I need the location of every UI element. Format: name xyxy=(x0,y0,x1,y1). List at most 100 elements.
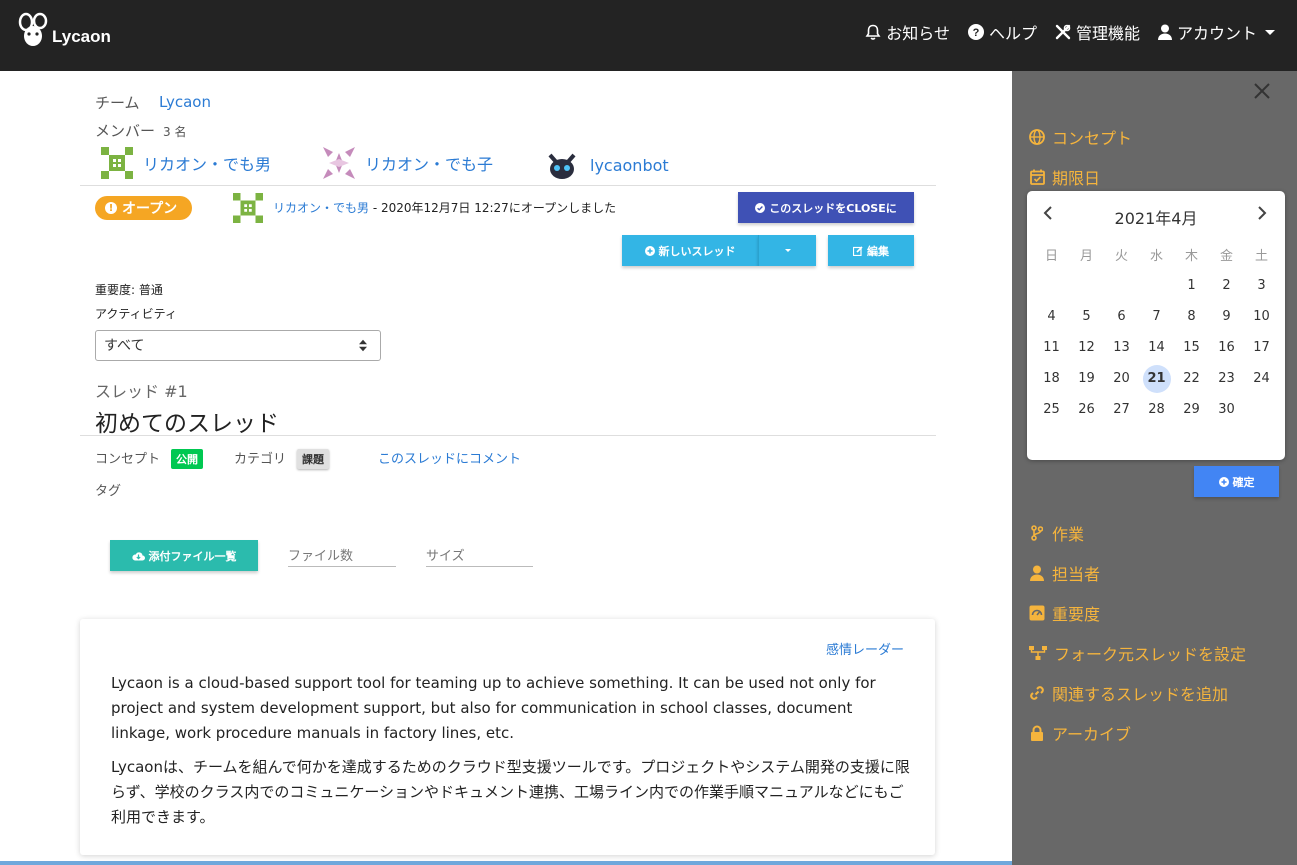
status-badge: ! オープン xyxy=(95,196,192,220)
calendar-day[interactable]: 18 xyxy=(1034,363,1069,394)
calendar-day[interactable]: 16 xyxy=(1209,332,1244,363)
calendar-day-number: 17 xyxy=(1253,340,1270,355)
close-icon[interactable] xyxy=(1253,82,1271,100)
new-thread-dropdown-toggle[interactable] xyxy=(758,235,816,266)
weekday-header: 土 xyxy=(1254,249,1268,264)
member-item[interactable]: lycaonbot xyxy=(544,147,669,183)
calendar-day[interactable]: 3 xyxy=(1244,270,1279,301)
calendar-day[interactable]: 20 xyxy=(1104,363,1139,394)
account-dropdown[interactable]: アカウント xyxy=(1157,20,1275,44)
calendar-day-number: 12 xyxy=(1078,340,1095,355)
panel-item-related[interactable]: 関連するスレッドを追加 xyxy=(1029,681,1228,705)
chevron-right-icon[interactable] xyxy=(1257,205,1267,221)
calendar-day[interactable]: 1 xyxy=(1174,270,1209,301)
calendar-day[interactable]: 7 xyxy=(1139,301,1174,332)
calendar-day[interactable]: 2 xyxy=(1209,270,1244,301)
lock-icon xyxy=(1029,725,1045,741)
attachments-button[interactable]: 添付ファイル一覧 xyxy=(110,540,258,571)
calendar-day[interactable]: 13 xyxy=(1104,332,1139,363)
calendar-day[interactable]: 26 xyxy=(1069,394,1104,425)
calendar-day[interactable]: 22 xyxy=(1174,363,1209,394)
panel-item-label: フォーク元スレッドを設定 xyxy=(1054,645,1247,664)
member-item[interactable]: リカオン・でも男 xyxy=(101,147,271,179)
main-content: チーム Lycaon メンバー 3 名 リカオン・でも男 リカオン・でも子 ly… xyxy=(80,71,936,865)
calendar-day[interactable]: 6 xyxy=(1104,301,1139,332)
calendar-day-number: 11 xyxy=(1043,340,1060,355)
calendar-day[interactable]: 24 xyxy=(1244,363,1279,394)
plus-circle-icon xyxy=(1218,476,1229,487)
edit-icon xyxy=(853,245,863,256)
concept-chip-wrap: 公開 xyxy=(171,448,203,469)
calendar-day-number: 19 xyxy=(1078,371,1095,386)
panel-item-assignee[interactable]: 担当者 xyxy=(1029,561,1100,585)
calendar-day[interactable]: 11 xyxy=(1034,332,1069,363)
calendar-day[interactable]: 29 xyxy=(1174,394,1209,425)
thread-number: スレッド #1 xyxy=(95,382,188,401)
calendar-day[interactable]: 8 xyxy=(1174,301,1209,332)
chevron-down-icon xyxy=(1265,29,1275,35)
calendar-day-number: 24 xyxy=(1253,371,1270,386)
calendar-day[interactable]: 28 xyxy=(1139,394,1174,425)
new-thread-button[interactable]: 新しいスレッド xyxy=(622,235,758,266)
opener-link[interactable]: リカオン・でも男 xyxy=(273,201,369,215)
confirm-date-button[interactable]: 確定 xyxy=(1194,466,1279,497)
logo[interactable]: Lycaon xyxy=(18,12,111,52)
activity-select[interactable]: すべて xyxy=(95,330,381,361)
edit-button[interactable]: 編集 xyxy=(828,235,914,266)
opened-info: リカオン・でも男 - 2020年12月7日 12:27にオープンしました xyxy=(273,199,616,216)
calendar-day[interactable]: 23 xyxy=(1209,363,1244,394)
close-thread-button[interactable]: このスレッドをCLOSEに xyxy=(738,192,914,223)
team-name-link[interactable]: Lycaon xyxy=(159,93,211,111)
emotion-radar-link[interactable]: 感情レーダー xyxy=(826,639,904,658)
thread-body-card: 感情レーダー Lycaon is a cloud-based support t… xyxy=(80,619,935,855)
panel-item-work[interactable]: 作業 xyxy=(1029,521,1084,545)
calendar-day-number: 29 xyxy=(1183,402,1200,417)
user-icon xyxy=(1029,565,1045,581)
divider xyxy=(80,185,936,186)
calendar-day[interactable]: 14 xyxy=(1139,332,1174,363)
panel-item-fork[interactable]: フォーク元スレッドを設定 xyxy=(1029,641,1246,665)
tag-label: タグ xyxy=(95,484,122,499)
panel-item-archive[interactable]: アーカイブ xyxy=(1029,721,1131,745)
svg-text:?: ? xyxy=(973,27,980,39)
member-name: lycaonbot xyxy=(590,155,669,175)
calendar-empty-cell xyxy=(1104,270,1139,301)
member-name: リカオン・でも男 xyxy=(143,155,272,174)
calendar-day[interactable]: 19 xyxy=(1069,363,1104,394)
comment-link[interactable]: このスレッドにコメント xyxy=(378,448,521,467)
member-item[interactable]: リカオン・でも子 xyxy=(323,147,493,179)
panel-item-concept[interactable]: コンセプト xyxy=(1029,125,1132,149)
panel-item-due-date[interactable]: 期限日 xyxy=(1029,165,1100,189)
panel-item-label: 重要度 xyxy=(1052,605,1101,624)
bot-avatar xyxy=(544,147,580,183)
calendar-day-number: 30 xyxy=(1218,402,1235,417)
calendar-day-selected[interactable]: 21 xyxy=(1139,363,1174,394)
category-chip-wrap: 課題 xyxy=(297,448,329,469)
calendar-day[interactable]: 30 xyxy=(1209,394,1244,425)
panel-item-label: コンセプト xyxy=(1052,129,1133,148)
account-label: アカウント xyxy=(1176,24,1257,43)
weekday-header: 金 xyxy=(1219,249,1233,264)
notifications-link[interactable]: お知らせ xyxy=(865,20,950,44)
calendar-day-number: 1 xyxy=(1187,278,1196,293)
calendar-day[interactable]: 9 xyxy=(1209,301,1244,332)
admin-link[interactable]: 管理機能 xyxy=(1055,20,1140,44)
help-link[interactable]: ? ヘルプ xyxy=(967,20,1037,44)
calendar-check-icon xyxy=(1029,169,1045,185)
calendar-day[interactable]: 5 xyxy=(1069,301,1104,332)
calendar-day[interactable]: 25 xyxy=(1034,394,1069,425)
calendar-day[interactable]: 10 xyxy=(1244,301,1279,332)
identicon-avatar xyxy=(101,147,133,179)
lycaon-logo-icon xyxy=(18,12,48,46)
calendar-day[interactable]: 27 xyxy=(1104,394,1139,425)
calendar-day-number: 13 xyxy=(1113,340,1130,355)
calendar-day-number: 3 xyxy=(1257,278,1266,293)
calendar-day[interactable]: 15 xyxy=(1174,332,1209,363)
concept-label: コンセプト xyxy=(95,452,161,467)
calendar-day[interactable]: 12 xyxy=(1069,332,1104,363)
panel-item-importance[interactable]: 重要度 xyxy=(1029,601,1100,625)
calendar-day[interactable]: 4 xyxy=(1034,301,1069,332)
divider xyxy=(80,435,936,436)
calendar-day[interactable]: 17 xyxy=(1244,332,1279,363)
status-label: オープン xyxy=(122,201,178,217)
